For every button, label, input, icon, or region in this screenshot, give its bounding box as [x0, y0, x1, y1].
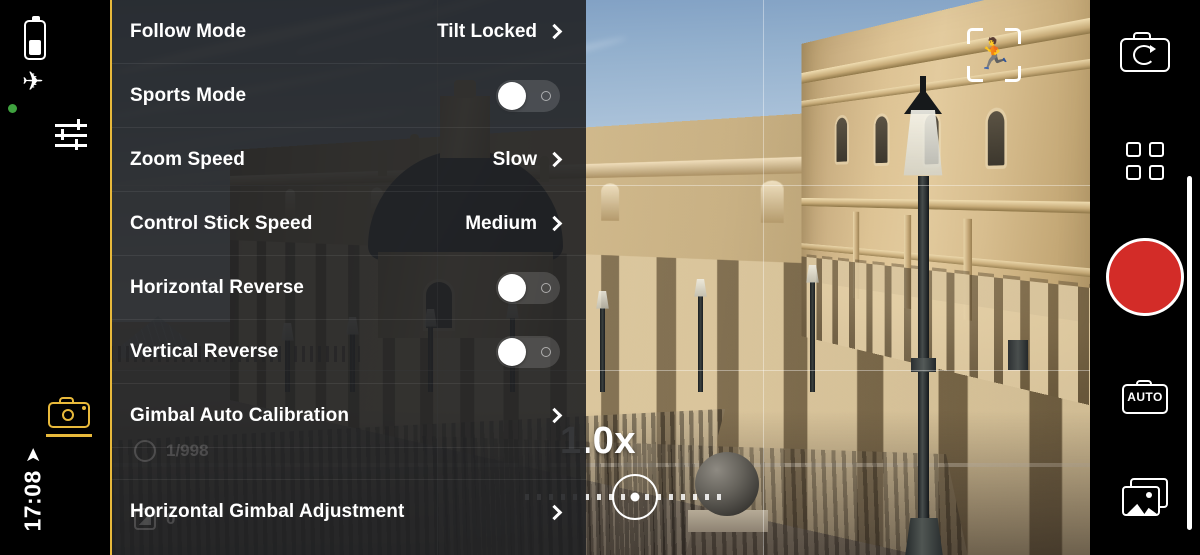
- clock-time: 17:08: [20, 470, 47, 531]
- green-status-dot: [8, 104, 17, 113]
- camera-switch-icon[interactable]: [1120, 32, 1170, 72]
- setting-label: Gimbal Auto Calibration: [130, 405, 549, 427]
- right-control-bar: AUTO: [1090, 0, 1200, 555]
- stone-sphere-bollard: [695, 452, 759, 516]
- airplane-icon: ✈: [22, 68, 44, 94]
- setting-label: Horizontal Reverse: [130, 277, 496, 299]
- grid-four-squares-icon[interactable]: [1126, 142, 1164, 180]
- toggle-knob: [498, 82, 526, 110]
- setting-value: Slow: [493, 149, 537, 171]
- setting-row-horizontal-reverse[interactable]: Horizontal Reverse: [112, 256, 586, 320]
- camera-icon[interactable]: [48, 396, 90, 428]
- chevron-right-icon: [547, 504, 563, 520]
- setting-value: Medium: [465, 213, 537, 235]
- setting-label: Horizontal Gimbal Adjustment: [130, 501, 549, 523]
- setting-row-gimbal-auto-calibration[interactable]: Gimbal Auto Calibration: [112, 384, 586, 448]
- chevron-right-icon: [547, 24, 563, 40]
- subject-tracking-icon[interactable]: 🏃: [967, 28, 1021, 82]
- street-lamp: [900, 58, 946, 555]
- sports-mode-toggle[interactable]: [496, 80, 560, 112]
- setting-label: Sports Mode: [130, 85, 496, 107]
- toggle-knob: [498, 338, 526, 366]
- horizontal-reverse-toggle[interactable]: [496, 272, 560, 304]
- setting-label: Zoom Speed: [130, 149, 493, 171]
- toggle-knob: [498, 274, 526, 302]
- gimbal-settings-panel: 1/998 0 Follow Mode Tilt Locked Sports M…: [110, 0, 586, 555]
- row-spacer: [112, 448, 586, 480]
- sliders-icon[interactable]: [55, 120, 87, 152]
- setting-row-follow-mode[interactable]: Follow Mode Tilt Locked: [112, 0, 586, 64]
- toggle-off-indicator: [541, 347, 551, 357]
- location-arrow-icon: ➤: [23, 447, 43, 462]
- running-person-glyph: 🏃: [975, 40, 1012, 70]
- vertical-reverse-toggle[interactable]: [496, 336, 560, 368]
- auto-label: AUTO: [1122, 390, 1168, 404]
- gallery-icon[interactable]: [1122, 478, 1168, 516]
- setting-label: Control Stick Speed: [130, 213, 465, 235]
- setting-row-horizontal-gimbal-adjustment[interactable]: Horizontal Gimbal Adjustment: [112, 480, 586, 544]
- battery-icon: [24, 20, 46, 60]
- chevron-right-icon: [547, 216, 563, 232]
- toggle-off-indicator: [541, 91, 551, 101]
- auto-camera-icon[interactable]: AUTO: [1122, 380, 1168, 414]
- setting-label: Vertical Reverse: [130, 341, 496, 363]
- setting-value: Tilt Locked: [437, 21, 537, 43]
- chevron-right-icon: [547, 408, 563, 424]
- chevron-right-icon: [547, 152, 563, 168]
- zoom-slider-handle[interactable]: [612, 474, 658, 520]
- left-status-bar: ✈ 17:08 ➤: [0, 0, 110, 555]
- clock: 17:08 ➤: [20, 435, 47, 545]
- camera-mode-underline: [46, 434, 92, 437]
- right-scrollbar[interactable]: [1187, 176, 1192, 530]
- record-button[interactable]: [1106, 238, 1184, 316]
- grid-line-vertical: [763, 0, 764, 555]
- toggle-off-indicator: [541, 283, 551, 293]
- setting-row-vertical-reverse[interactable]: Vertical Reverse: [112, 320, 586, 384]
- setting-row-control-stick-speed[interactable]: Control Stick Speed Medium: [112, 192, 586, 256]
- setting-label: Follow Mode: [130, 21, 437, 43]
- setting-row-zoom-speed[interactable]: Zoom Speed Slow: [112, 128, 586, 192]
- setting-row-sports-mode[interactable]: Sports Mode: [112, 64, 586, 128]
- trash-bin: [1008, 340, 1028, 370]
